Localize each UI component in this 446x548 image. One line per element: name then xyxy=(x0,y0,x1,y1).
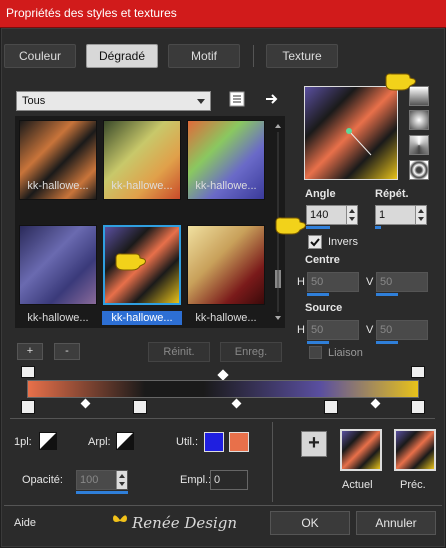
opacity-spinner[interactable] xyxy=(116,471,127,489)
first-plane-icon[interactable] xyxy=(39,432,57,450)
location-input[interactable]: 0 xyxy=(210,470,248,490)
util-label: Util.: xyxy=(176,436,198,448)
pointer-hand-icon xyxy=(274,214,308,236)
window-title: Propriétés des styles et textures xyxy=(6,6,177,20)
angle-input[interactable]: 140 xyxy=(306,205,358,225)
source-v-label: V xyxy=(366,324,374,336)
current-label: Actuel xyxy=(342,479,373,491)
source-v-value: 50 xyxy=(380,324,393,336)
center-v-slider[interactable] xyxy=(376,293,398,296)
category-value: Tous xyxy=(22,95,46,107)
center-v-value: 50 xyxy=(380,276,393,288)
ok-button[interactable]: OK xyxy=(270,511,350,535)
opacity-label: Opacité: xyxy=(22,474,63,486)
footer-divider xyxy=(4,505,442,506)
save-button[interactable]: Enreg. xyxy=(220,342,282,362)
center-v-input[interactable]: 50 xyxy=(376,272,428,292)
angle-spinner[interactable] xyxy=(346,206,357,224)
pl-label: 1pl: xyxy=(14,436,32,448)
angle-slider[interactable] xyxy=(306,226,330,229)
repeat-slider[interactable] xyxy=(375,226,381,229)
thumb-label: kk-hallowe... xyxy=(27,180,89,192)
title-bar: Propriétés des styles et textures xyxy=(0,0,446,28)
tab-divider xyxy=(253,45,254,67)
add-swatch-button[interactable]: + xyxy=(301,431,327,457)
opacity-input[interactable]: 100 xyxy=(76,470,128,490)
center-h-slider[interactable] xyxy=(307,293,329,296)
butterfly-icon xyxy=(112,514,128,526)
add-gradient-button[interactable]: + xyxy=(17,343,43,360)
opacity-slider[interactable] xyxy=(76,491,128,494)
remove-gradient-button[interactable]: - xyxy=(54,343,80,360)
gradient-editor-bar[interactable] xyxy=(27,380,419,398)
center-h-label: H xyxy=(297,276,305,288)
center-h-value: 50 xyxy=(311,276,324,288)
center-label: Centre xyxy=(305,254,340,266)
thumb-label: kk-hallowe... xyxy=(111,180,173,192)
tab-texture[interactable]: Texture xyxy=(266,44,338,68)
section-divider-vertical xyxy=(272,422,273,502)
source-h-slider[interactable] xyxy=(307,341,329,344)
source-h-label: H xyxy=(297,324,305,336)
repeat-label: Répét. xyxy=(375,188,409,200)
thumb-label: kk-hallowe... xyxy=(195,180,257,192)
gradient-preview[interactable] xyxy=(304,86,398,180)
previous-label: Préc. xyxy=(400,479,426,491)
pointer-hand-icon xyxy=(384,70,418,92)
link-label: Liaison xyxy=(328,347,363,359)
thumb-label-selected: kk-hallowe... xyxy=(102,311,182,325)
source-v-input[interactable]: 50 xyxy=(376,320,428,340)
center-h-input[interactable]: 50 xyxy=(307,272,359,292)
tab-couleur[interactable]: Couleur xyxy=(4,44,76,68)
help-link[interactable]: Aide xyxy=(14,517,36,529)
source-h-input[interactable]: 50 xyxy=(307,320,359,340)
repeat-input[interactable]: 1 xyxy=(375,205,427,225)
cancel-button[interactable]: Annuler xyxy=(356,511,436,535)
color-stop[interactable] xyxy=(21,400,35,414)
invert-label: Invers xyxy=(328,236,358,248)
angle-value: 140 xyxy=(310,209,329,221)
source-label: Source xyxy=(305,302,343,314)
previous-swatch[interactable] xyxy=(394,429,436,471)
user-color-swatch-2[interactable] xyxy=(229,432,249,452)
sunburst-style-icon[interactable] xyxy=(409,135,429,155)
gradient-thumb[interactable] xyxy=(187,225,265,305)
color-stop[interactable] xyxy=(324,400,338,414)
center-v-label: V xyxy=(366,276,374,288)
reset-button[interactable]: Réinit. xyxy=(148,342,210,362)
pointer-hand-icon xyxy=(114,250,148,272)
link-checkbox[interactable] xyxy=(309,346,322,359)
current-swatch[interactable] xyxy=(340,429,382,471)
color-stop[interactable] xyxy=(411,400,425,414)
background-plane-icon[interactable] xyxy=(116,432,134,450)
thumb-label: kk-hallowe... xyxy=(195,312,257,324)
repeat-spinner[interactable] xyxy=(415,206,426,224)
radial-style-icon[interactable] xyxy=(409,160,429,180)
opacity-stop-left-icon[interactable] xyxy=(21,366,35,378)
source-v-slider[interactable] xyxy=(376,341,398,344)
section-divider xyxy=(10,418,435,419)
arpl-label: Arpl: xyxy=(88,436,111,448)
location-value: 0 xyxy=(214,474,221,486)
chevron-down-icon xyxy=(197,99,205,104)
invert-checkbox[interactable] xyxy=(308,235,322,249)
gradient-thumb[interactable] xyxy=(19,225,97,305)
source-h-value: 50 xyxy=(311,324,324,336)
category-dropdown[interactable]: Tous xyxy=(16,91,211,111)
rectangular-style-icon[interactable] xyxy=(409,110,429,130)
color-stop[interactable] xyxy=(133,400,147,414)
repeat-value: 1 xyxy=(379,209,386,221)
opacity-value: 100 xyxy=(80,474,99,486)
arrow-right-icon[interactable] xyxy=(264,91,280,107)
opacity-stop-right-icon[interactable] xyxy=(411,366,425,378)
thumb-label: kk-hallowe... xyxy=(27,312,89,324)
location-label: Empl.: xyxy=(180,474,212,486)
tab-motif[interactable]: Motif xyxy=(168,44,240,68)
angle-label: Angle xyxy=(305,188,336,200)
user-color-swatch-1[interactable] xyxy=(204,432,224,452)
library-options-icon[interactable] xyxy=(229,91,245,107)
tab-degrade[interactable]: Dégradé xyxy=(86,44,158,68)
watermark: Renée Design xyxy=(132,514,238,532)
